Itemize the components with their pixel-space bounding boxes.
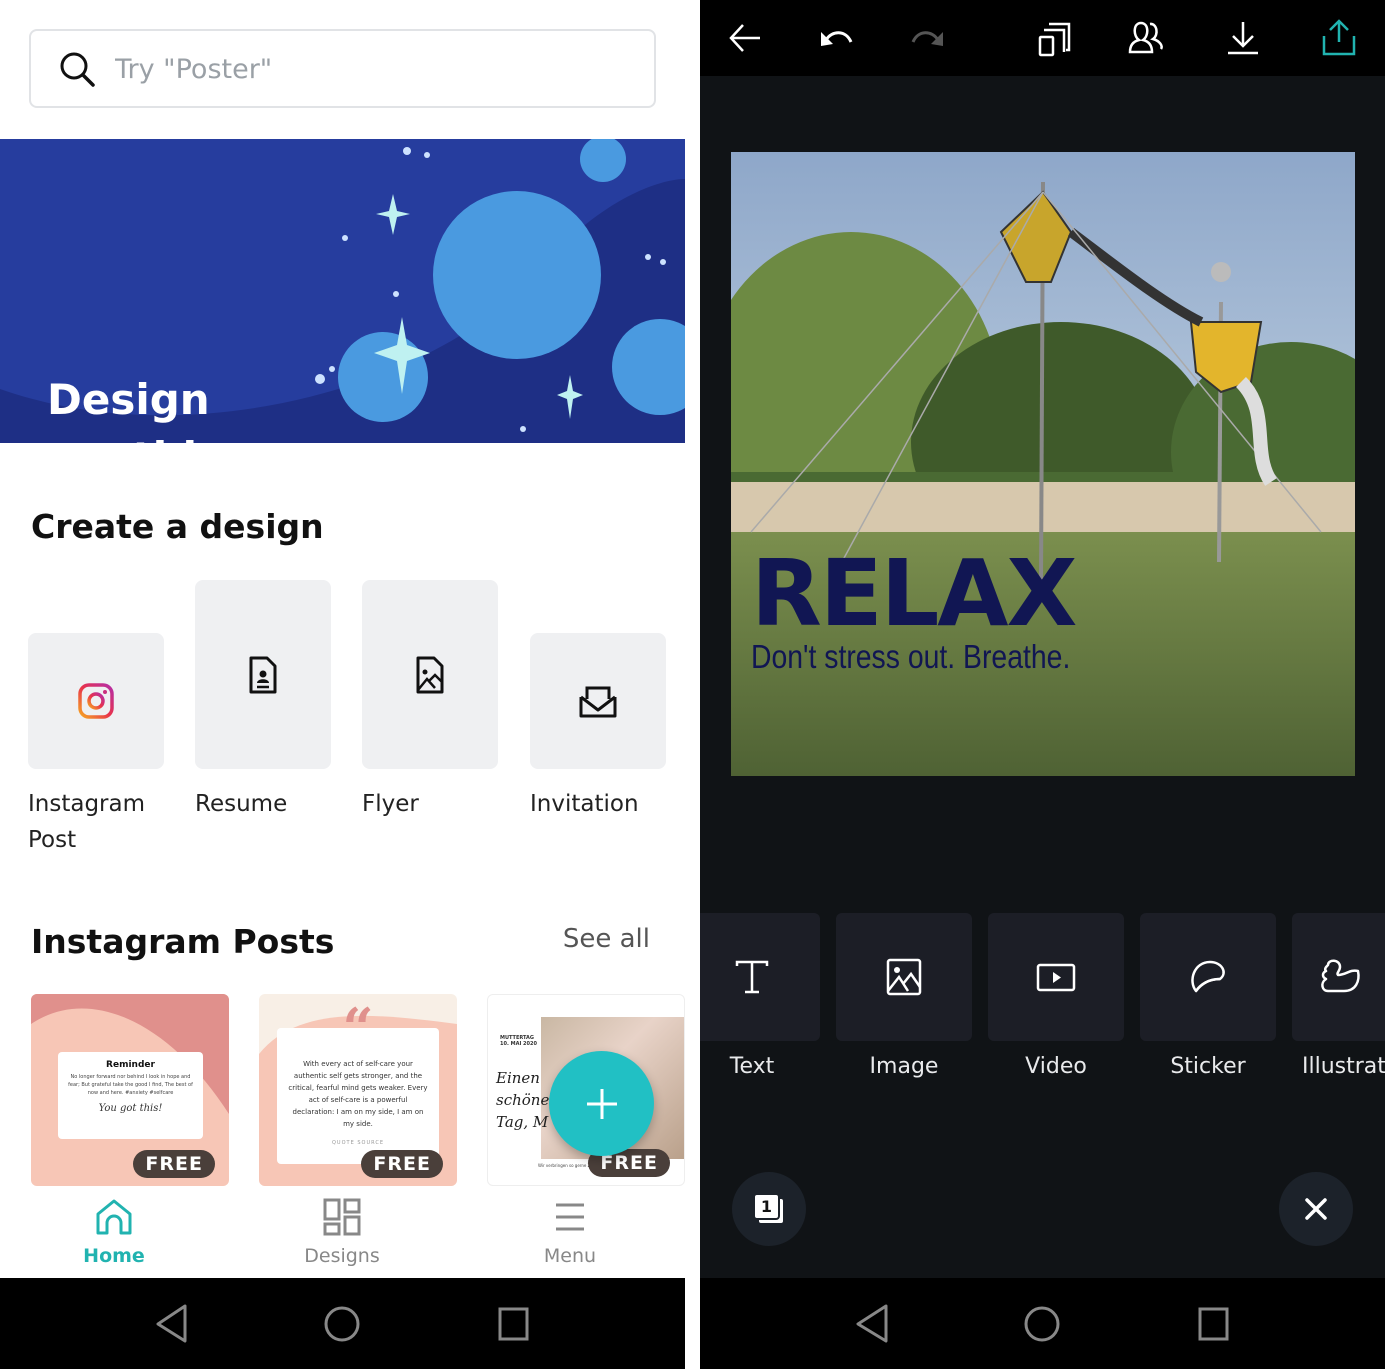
designs-grid-icon	[323, 1198, 361, 1236]
tool-image[interactable]	[836, 913, 972, 1041]
canvas-photo-playground	[731, 152, 1355, 776]
instagram-icon	[78, 683, 114, 719]
create-resume-label: Resume	[195, 791, 288, 817]
template-heading: Reminder	[106, 1060, 155, 1070]
close-button[interactable]	[1279, 1172, 1353, 1246]
create-invitation-card[interactable]	[530, 633, 666, 769]
template-source: QUOTE SOURCE	[332, 1140, 384, 1146]
illustration-duck-icon	[1321, 959, 1360, 993]
hero-banner[interactable]: Design anything.	[0, 139, 685, 443]
video-icon	[1036, 963, 1076, 992]
text-icon	[735, 960, 769, 994]
plus-icon	[586, 1088, 617, 1119]
tool-text[interactable]	[700, 913, 820, 1041]
template-signature: You got this!	[98, 1103, 163, 1114]
nav-designs[interactable]: Designs	[267, 1197, 417, 1267]
system-back-icon	[156, 1304, 187, 1343]
screen-root: Design anything. Create a design Instagr…	[0, 0, 1385, 1369]
template-date: MUTTERTAG 10. MAI 2020	[500, 1035, 537, 1047]
system-nav-icons	[156, 1304, 529, 1343]
tool-illustration-label: Illustrat	[1302, 1054, 1385, 1079]
back-arrow-icon[interactable]	[726, 18, 766, 58]
free-badge: FREE	[133, 1150, 215, 1178]
template-card-reminder[interactable]: Reminder No longer forward nor behind I …	[31, 994, 229, 1186]
redo-icon[interactable]	[908, 18, 948, 58]
create-instagram-post-label: Instagram Post	[28, 791, 146, 853]
nav-home-label: Home	[83, 1245, 145, 1267]
android-system-nav-right	[700, 1278, 1385, 1369]
pages-icon: 1	[753, 1193, 785, 1225]
nav-home[interactable]: Home	[39, 1197, 189, 1267]
tool-image-label: Image	[869, 1054, 939, 1079]
system-home-icon	[1024, 1306, 1060, 1342]
banner-title-line1: Design	[47, 375, 210, 424]
android-system-nav	[0, 1278, 685, 1369]
undo-icon[interactable]	[816, 18, 856, 58]
template-text-box: Reminder No longer forward nor behind I …	[58, 1052, 203, 1139]
search-input[interactable]	[115, 49, 635, 89]
see-all-link[interactable]: See all	[563, 924, 650, 954]
resume-document-icon	[249, 656, 277, 693]
editor-toolbar	[700, 0, 1385, 76]
flyer-document-icon	[416, 656, 444, 693]
create-flyer-card[interactable]	[362, 580, 498, 769]
canvas-subline-text[interactable]: Don't stress out. Breathe.	[751, 638, 1070, 676]
image-icon	[886, 958, 922, 996]
share-icon[interactable]	[1319, 18, 1359, 58]
template-body: No longer forward nor behind I look in h…	[68, 1074, 193, 1096]
template-text-box: “ With every act of self-care your authe…	[277, 996, 439, 1164]
home-icon	[96, 1199, 132, 1235]
menu-icon	[556, 1203, 584, 1231]
template-date-line2: 10. MAI 2020	[500, 1041, 537, 1047]
system-recents-icon	[1198, 1307, 1229, 1341]
bottom-navigation: Home Designs Menu	[0, 1187, 685, 1278]
canva-editor-screen: RELAX Don't stress out. Breathe. Text Im…	[700, 0, 1385, 1369]
system-nav-icons	[856, 1304, 1229, 1343]
banner-title-line2: anything.	[47, 429, 347, 443]
instagram-posts-heading: Instagram Posts	[31, 922, 335, 961]
tool-illustration[interactable]	[1292, 913, 1385, 1041]
free-badge: FREE	[361, 1150, 443, 1178]
page-count: 1	[753, 1193, 780, 1220]
nav-designs-label: Designs	[304, 1245, 380, 1267]
create-invitation-label: Invitation	[530, 791, 639, 817]
nav-menu[interactable]: Menu	[495, 1197, 645, 1267]
canvas-headline-text[interactable]: RELAX	[751, 544, 1077, 644]
create-resume-card[interactable]	[195, 580, 331, 769]
tool-video-label: Video	[1025, 1054, 1087, 1079]
quote-mark: “	[342, 996, 374, 1060]
tool-video[interactable]	[988, 913, 1124, 1041]
canva-home-screen: Design anything. Create a design Instagr…	[0, 0, 700, 1369]
envelope-icon	[579, 686, 617, 718]
tool-text-label: Text	[729, 1054, 775, 1079]
create-flyer-label: Flyer	[362, 791, 419, 817]
banner-title: Design anything.	[47, 371, 347, 443]
collaborate-icon[interactable]	[1127, 18, 1167, 58]
search-bar[interactable]	[29, 29, 656, 108]
resize-icon[interactable]	[1036, 18, 1076, 58]
pages-button[interactable]: 1	[732, 1172, 806, 1246]
nav-menu-label: Menu	[543, 1245, 597, 1267]
create-instagram-post-card[interactable]	[28, 633, 164, 769]
close-icon	[1305, 1198, 1327, 1220]
template-script-text: Einen schönen Tag, M	[496, 1069, 559, 1131]
tool-sticker-label: Sticker	[1170, 1054, 1246, 1079]
template-card-quote[interactable]: “ With every act of self-care your authe…	[259, 994, 457, 1186]
create-fab-button[interactable]	[549, 1051, 654, 1156]
search-icon	[60, 52, 95, 87]
system-recents-icon	[498, 1307, 529, 1341]
system-back-icon	[856, 1304, 888, 1343]
tool-sticker[interactable]	[1140, 913, 1276, 1041]
design-canvas[interactable]: RELAX Don't stress out. Breathe.	[731, 152, 1355, 776]
download-icon[interactable]	[1223, 18, 1263, 58]
sticker-icon	[1191, 960, 1225, 993]
system-home-icon	[324, 1306, 360, 1342]
create-design-heading: Create a design	[31, 507, 324, 546]
